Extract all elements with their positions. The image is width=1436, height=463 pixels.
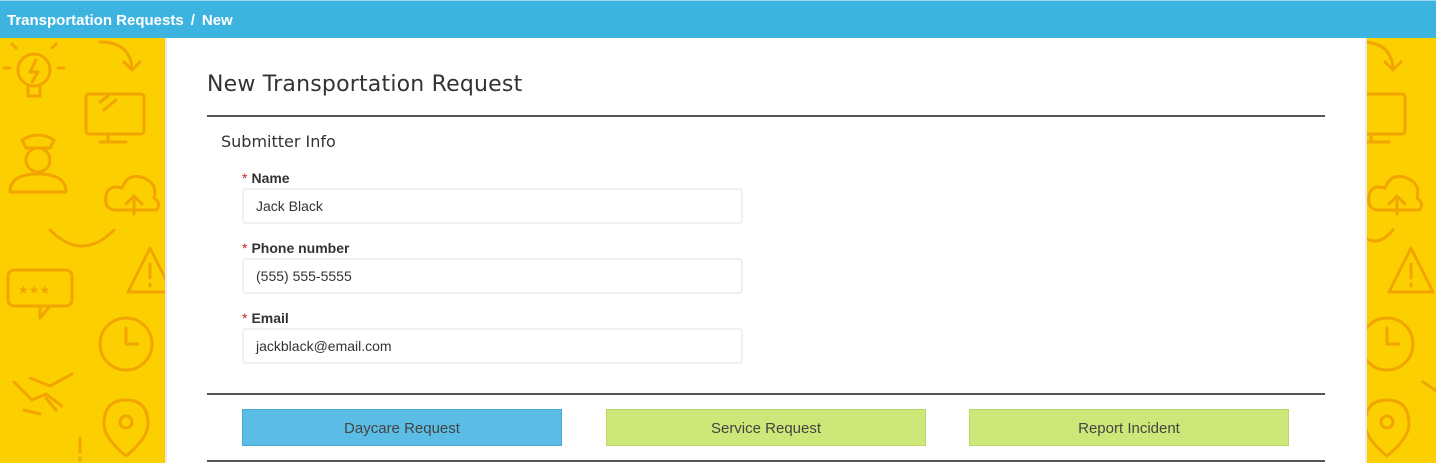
phone-field[interactable]: (555) 555-5555 (242, 258, 743, 294)
breadcrumb-parent-link[interactable]: Transportation Requests (7, 12, 184, 29)
required-marker: * (242, 310, 248, 326)
monitor-icon (84, 92, 146, 144)
handshake-icon (12, 372, 74, 416)
breadcrumb-current: New (201, 12, 233, 29)
warning-icon (1387, 246, 1435, 294)
clock-icon (98, 316, 154, 372)
email-label-text: Email (251, 310, 289, 326)
smile-icon (1367, 228, 1395, 243)
page-title: New Transportation Request (207, 72, 523, 97)
service-request-button[interactable]: Service Request (606, 409, 926, 446)
driver-icon (8, 133, 68, 194)
phone-label: * Phone number (242, 240, 349, 256)
smile-icon (48, 228, 116, 248)
section-heading: Submitter Info (221, 132, 336, 151)
cloud-upload-icon (1367, 174, 1424, 216)
phone-label-text: Phone number (251, 240, 350, 256)
chat-rating-icon: ★★★ (6, 268, 74, 320)
top-header-bar: Transportation Requests / New (0, 0, 1436, 38)
required-marker: * (242, 170, 248, 186)
left-decorative-sidebar: ★★★ (0, 38, 167, 463)
report-incident-button[interactable]: Report Incident (969, 409, 1289, 446)
warning-icon (126, 246, 165, 294)
location-pin-icon (1367, 398, 1411, 458)
location-pin-icon (102, 398, 150, 458)
email-label: * Email (242, 310, 289, 326)
title-divider (207, 115, 1325, 117)
email-field[interactable]: jackblack@email.com (242, 328, 743, 364)
name-field[interactable]: Jack Black (242, 188, 743, 224)
name-label: * Name (242, 170, 290, 186)
clock-icon (1367, 316, 1415, 372)
required-marker: * (242, 240, 248, 256)
cloud-upload-icon (104, 174, 161, 216)
handshake-icon (1421, 380, 1436, 393)
name-label-text: Name (251, 170, 290, 186)
arrow-icon (1367, 40, 1403, 72)
breadcrumb-separator: / (190, 12, 195, 29)
daycare-request-button[interactable]: Daycare Request (242, 409, 562, 446)
form-panel: New Transportation Request Submitter Inf… (167, 38, 1365, 463)
svg-text:★★★: ★★★ (18, 283, 50, 297)
lightbulb-icon (2, 42, 66, 98)
arrow-icon (98, 40, 142, 72)
actions-bottom-divider (207, 460, 1325, 462)
right-decorative-sidebar (1365, 38, 1436, 463)
breadcrumb: Transportation Requests / New (7, 12, 233, 30)
monitor-icon (1367, 92, 1407, 144)
actions-top-divider (207, 393, 1325, 395)
